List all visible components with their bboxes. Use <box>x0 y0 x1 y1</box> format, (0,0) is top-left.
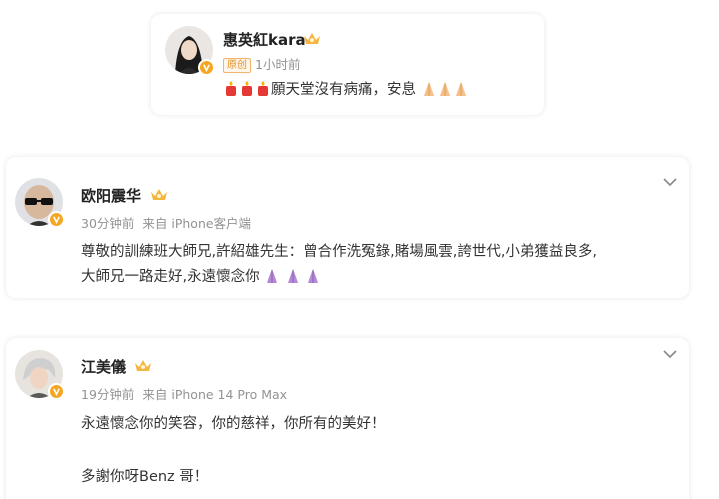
pray-emoji-icon <box>423 82 434 96</box>
post-source: 来自 iPhone 14 Pro Max <box>142 387 288 402</box>
post-card-3: 江美儀 19分钟前 来自 iPhone 14 Pro Max 永遠懷念你的笑容，… <box>6 338 689 499</box>
post-time[interactable]: 19分钟前 <box>81 387 134 402</box>
avatar[interactable] <box>15 350 65 400</box>
candle-emoji-icon <box>242 81 252 96</box>
crown-icon <box>304 33 320 44</box>
crown-icon <box>151 189 167 200</box>
pray-emoji-icon <box>267 269 278 283</box>
pray-emoji-icon <box>455 82 466 96</box>
post-text-line-1: 尊敬的訓練班大師兄,許紹雄先生：曾合作洗冤錄,賭場風雲,誇世代,小弟獲益良多, <box>81 244 598 260</box>
post-source: 来自 iPhone客户端 <box>142 216 252 231</box>
avatar[interactable] <box>165 26 215 76</box>
crown-icon <box>135 360 151 371</box>
post-text-body: 願天堂沒有病痛，安息 <box>271 82 416 98</box>
post-meta: 19分钟前 来自 iPhone 14 Pro Max <box>81 384 287 403</box>
chevron-down-icon[interactable] <box>663 349 677 359</box>
post-card-1: 惠英紅kara 原创 1小时前 願天堂沒有病痛，安息 <box>151 14 544 115</box>
post-meta: 原创 1小时前 <box>223 54 300 73</box>
pray-emoji-icon <box>287 269 298 283</box>
pray-emoji-icon <box>439 82 450 96</box>
post-time[interactable]: 1小时前 <box>255 57 300 72</box>
post-meta: 30分钟前 来自 iPhone客户端 <box>81 213 251 232</box>
post-text-body: 大師兄一路走好,永遠懷念你 <box>81 269 260 285</box>
username[interactable]: 江美儀 <box>81 356 126 377</box>
candle-emoji-icon <box>258 81 268 96</box>
post-text-line-2: 大師兄一路走好,永遠懷念你 <box>81 267 321 287</box>
post-text-line-1: 永遠懷念你的笑容，你的慈祥，你所有的美好！ <box>81 416 386 432</box>
chevron-down-icon[interactable] <box>663 177 677 187</box>
username[interactable]: 欧阳震华 <box>81 185 141 206</box>
avatar[interactable] <box>15 178 65 228</box>
candle-emoji-icon <box>226 81 236 96</box>
post-text: 願天堂沒有病痛，安息 <box>223 80 469 100</box>
post-text-line-2: 多謝你呀Benz 哥！ <box>81 469 209 485</box>
post-time[interactable]: 30分钟前 <box>81 216 134 231</box>
verified-badge-icon <box>48 211 65 228</box>
post-card-2: 欧阳震华 30分钟前 来自 iPhone客户端 尊敬的訓練班大師兄,許紹雄先生：… <box>6 157 689 298</box>
pray-emoji-icon <box>308 269 319 283</box>
verified-badge-icon <box>48 383 65 400</box>
verified-badge-icon <box>198 59 215 76</box>
username[interactable]: 惠英紅kara <box>223 29 306 50</box>
original-tag: 原创 <box>223 58 251 73</box>
